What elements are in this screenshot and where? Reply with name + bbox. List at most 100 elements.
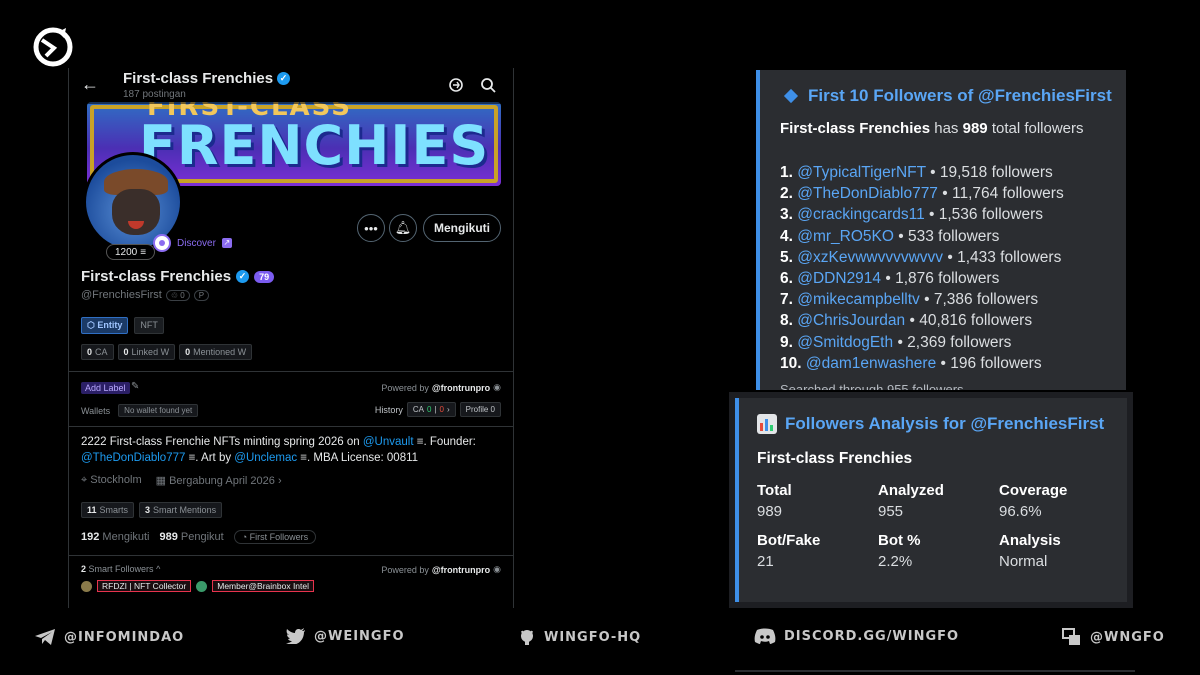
follower-rank: 6. xyxy=(780,270,793,288)
history-ca-button[interactable]: CA 0 | 0 › xyxy=(406,402,456,417)
stat-linked[interactable]: 0 Linked W xyxy=(117,344,176,360)
follower-rank: 1. xyxy=(780,164,793,181)
following-button[interactable]: Mengikuti xyxy=(423,214,501,242)
follower-handle-link[interactable]: @SmitdogEth xyxy=(797,334,893,351)
frontrun-logo-icon: ◉ xyxy=(493,564,501,574)
follower-handle-link[interactable]: @TheDonDiablo777 xyxy=(797,185,938,202)
follower-item: 5. @xzKevwwvvvvwvvv • 1,433 followers xyxy=(780,247,1064,268)
profile-tags: ⬡ Entity NFT xyxy=(81,317,164,334)
more-options-button[interactable]: ••• xyxy=(357,214,385,242)
chevron-up-icon: ^ xyxy=(156,564,161,574)
follower-count: • 11,764 followers xyxy=(942,185,1064,203)
follower-handle-link[interactable]: @mikecampbelltv xyxy=(797,291,920,308)
follower-handle-link[interactable]: @TypicalTigerNFT xyxy=(797,164,926,181)
footer-telegram[interactable]: @INFOMINDAO xyxy=(34,628,184,646)
bio-link-artist[interactable]: @Unclemac xyxy=(234,452,297,464)
tag-entity[interactable]: ⬡ Entity xyxy=(81,317,129,334)
lines-icon: ≡ xyxy=(140,246,147,258)
p-icon: P xyxy=(193,289,210,301)
smart-mentions-chip[interactable]: 3 Smart Mentions xyxy=(139,502,223,518)
metric-label: Analyzed xyxy=(878,482,944,499)
footer-web[interactable]: @WNGFO xyxy=(1062,628,1165,646)
notification-bell-button[interactable]: 🔔︎ xyxy=(389,214,417,242)
follower-rank: 2. xyxy=(780,185,793,203)
search-icon[interactable] xyxy=(479,76,497,94)
pencil-icon[interactable]: ✎ xyxy=(131,381,139,392)
smarts-row: 11 Smarts 3 Smart Mentions xyxy=(81,502,223,518)
join-date[interactable]: ▦ Bergabung April 2026 › xyxy=(156,474,282,487)
follower-handle-link[interactable]: @crackingcards11 xyxy=(797,206,924,223)
profile-handle: @FrenchiesFirst ♲ 0 P xyxy=(81,289,210,301)
stat-ca[interactable]: 0 CA xyxy=(81,344,114,360)
frontrun-logo-icon: ◉ xyxy=(493,382,501,392)
follower-count: • 40,816 followers xyxy=(909,312,1033,330)
add-label-button[interactable]: Add Label xyxy=(81,382,130,394)
bio-link-founder[interactable]: @TheDonDiablo777 xyxy=(81,452,185,464)
metric-value: 2.2% xyxy=(878,553,913,570)
follower-count: • 7,386 followers xyxy=(924,291,1039,309)
footer-github[interactable]: WINGFO-HQ xyxy=(518,628,641,646)
follower-handle-link[interactable]: @ChrisJourdan xyxy=(797,312,905,329)
followers-list: 1. @TypicalTigerNFT • 19,518 followers 2.… xyxy=(780,162,1064,374)
following-count[interactable]: 192 Mengikuti xyxy=(81,531,150,543)
follower-handle-link[interactable]: @mr_RO5KO xyxy=(797,228,894,245)
follower-item: 9. @SmitdogEth • 2,369 followers xyxy=(780,332,1064,353)
follower-rank: 9. xyxy=(780,333,793,351)
bar-chart-icon xyxy=(757,414,777,434)
telegram-icon xyxy=(35,629,55,645)
back-arrow-icon[interactable]: ← xyxy=(81,74,99,95)
profile-meta: ⌖ Stockholm ▦ Bergabung April 2026 › xyxy=(81,474,282,487)
topbar-title: First-class Frenchies ✓ xyxy=(123,70,291,87)
profile-topbar: ← First-class Frenchies ✓ 187 postingan xyxy=(69,68,513,104)
tag-nft[interactable]: NFT xyxy=(134,317,164,334)
handle-count-pill: ♲ 0 xyxy=(165,289,190,301)
verified-badge-icon: ✓ xyxy=(236,270,250,283)
smart-follower-chip[interactable]: RFDZI | NFT Collector xyxy=(97,580,192,592)
follower-item: 7. @mikecampbelltv • 7,386 followers xyxy=(780,289,1064,310)
smart-follower-chip[interactable]: Member@Brainbox Intel xyxy=(212,580,315,592)
windows-icon xyxy=(1062,628,1080,645)
follower-rank: 5. xyxy=(780,248,793,266)
first-followers-button[interactable]: ◔ First Followers xyxy=(233,530,317,544)
follow-counts: 192 Mengikuti 989 Pengikut ◔ First Follo… xyxy=(81,530,317,544)
location: ⌖ Stockholm xyxy=(81,474,142,486)
metric-cell: Analyzed 955 xyxy=(878,482,999,520)
smart-followers-toggle[interactable]: 2 Smart Followers ^ xyxy=(81,564,160,574)
social-footer: @INFOMINDAO @WEINGFO WINGFO-HQ DISCORD.G… xyxy=(0,622,1200,658)
analysis-metrics: Total 989 Analyzed 955 Coverage 96.6% Bot/Fake… xyxy=(757,482,1120,570)
follower-item: 6. @DDN2914 • 1,876 followers xyxy=(780,268,1064,289)
metric-label: Bot % xyxy=(878,532,921,549)
metric-cell: Coverage 96.6% xyxy=(999,482,1120,520)
x-profile-panel: FIRST-CLASS FRENCHIES ← First-class Fren… xyxy=(68,68,514,608)
no-wallet-badge: No wallet found yet xyxy=(118,404,199,417)
discover-link[interactable]: Discover ↗ xyxy=(153,234,232,252)
profile-bio: 2222 First-class Frenchie NFTs minting s… xyxy=(81,436,476,464)
metric-value: 955 xyxy=(878,503,904,520)
card1-subtitle: First-class Frenchies has 989 total foll… xyxy=(780,120,1084,137)
follower-avatar xyxy=(81,580,92,592)
metric-cell: Bot/Fake 21 xyxy=(757,532,878,570)
smart-followers-list: RFDZI | NFT Collector Member@Brainbox In… xyxy=(81,580,315,592)
brand-logo-icon xyxy=(33,27,73,67)
stat-mentioned[interactable]: 0 Mentioned W xyxy=(179,344,253,360)
follower-count: • 19,518 followers xyxy=(930,164,1053,181)
smarts-chip[interactable]: 11 Smarts xyxy=(81,502,135,518)
follower-handle-link[interactable]: @dam1enwashere xyxy=(806,355,936,372)
follower-count: • 1,876 followers xyxy=(885,270,1000,288)
calendar-icon: ▦ xyxy=(155,475,167,487)
follower-item: 3. @crackingcards11 • 1,536 followers xyxy=(780,204,1064,225)
eye-icon xyxy=(153,234,171,252)
footer-discord[interactable]: DISCORD.GG/WINGFO xyxy=(754,628,959,644)
bio-link-unvault[interactable]: @Unvault xyxy=(363,436,414,448)
metric-label: Bot/Fake xyxy=(757,532,821,549)
follower-handle-link[interactable]: @xzKevwwvvvvwvvv xyxy=(797,249,943,266)
follower-handle-link[interactable]: @DDN2914 xyxy=(797,270,881,287)
metric-cell: Total 989 xyxy=(757,482,878,520)
refresh-icon[interactable] xyxy=(447,76,465,94)
footer-twitter[interactable]: @WEINGFO xyxy=(286,628,405,644)
followers-count[interactable]: 989 Pengikut xyxy=(160,531,224,543)
follower-item: 4. @mr_RO5KO • 533 followers xyxy=(780,226,1064,247)
follower-item: 10. @dam1enwashere • 196 followers xyxy=(780,353,1064,374)
powered-by: Powered by @frontrunpro ◉ xyxy=(381,382,501,393)
history-profile-button[interactable]: Profile 0 xyxy=(459,402,501,417)
